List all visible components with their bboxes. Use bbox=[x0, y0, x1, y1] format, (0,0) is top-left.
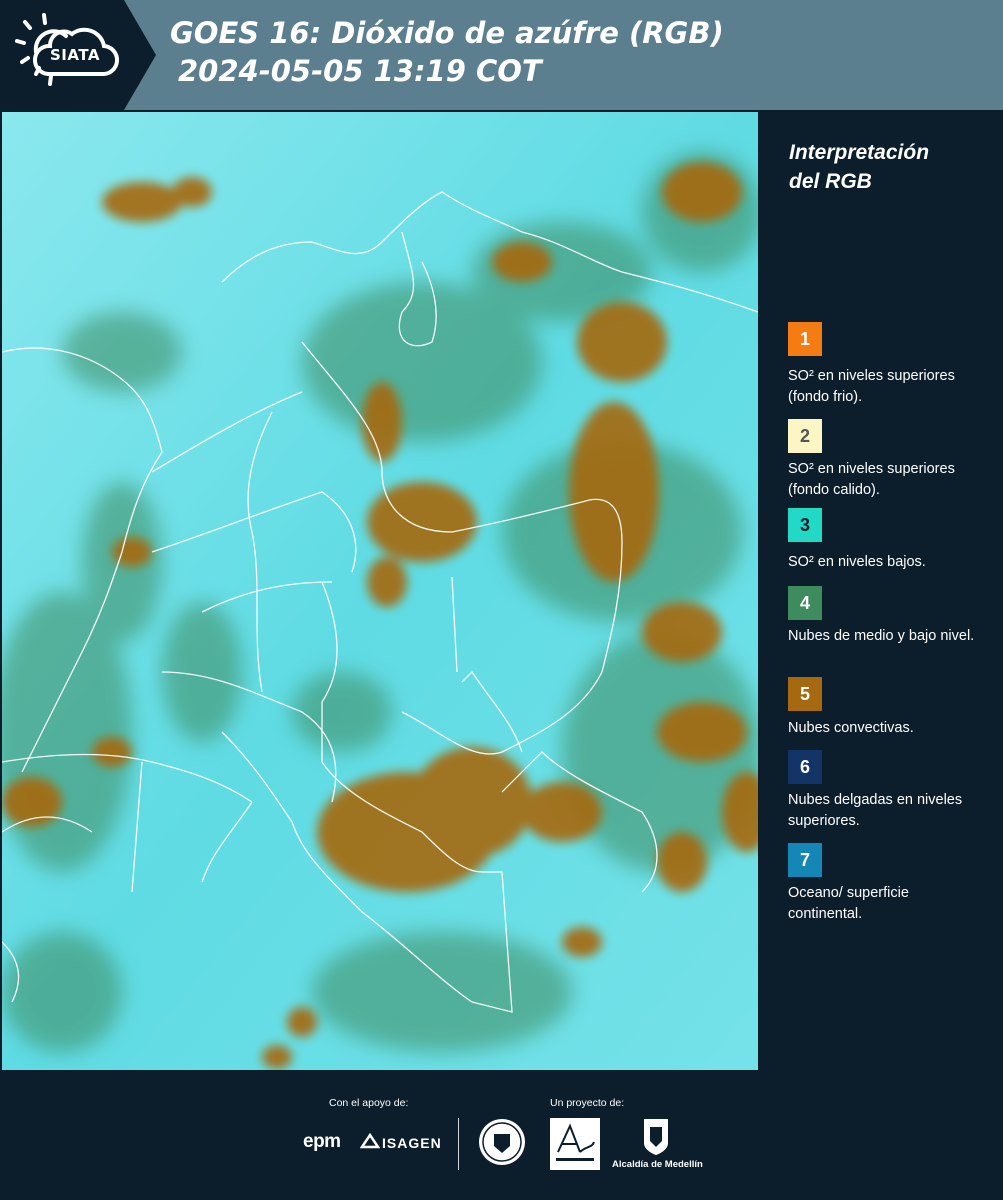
legend-swatch-4: 4 bbox=[788, 586, 822, 620]
legend-text-3: SO² en niveles bajos. bbox=[788, 554, 926, 570]
alcaldia-label: Alcaldía de Medellín bbox=[612, 1159, 703, 1170]
isagen-mark-icon bbox=[360, 1133, 380, 1149]
legend-swatch-1: 1 bbox=[788, 322, 822, 356]
legend-swatch-7: 7 bbox=[788, 843, 822, 877]
page-title: GOES 16: Dióxido de azúfre (RGB) bbox=[170, 16, 724, 50]
legend-text-7: Oceano/ superficie continental. bbox=[788, 885, 909, 922]
area-metropolitana-logo bbox=[550, 1118, 600, 1170]
legend-swatch-5: 5 bbox=[788, 677, 822, 711]
legend-swatch-6: 6 bbox=[788, 750, 822, 784]
legend-swatch-3: 3 bbox=[788, 508, 822, 542]
project-label: Un proyecto de: bbox=[550, 1097, 625, 1109]
legend-text-6: Nubes delgadas en niveles superiores. bbox=[788, 792, 963, 829]
satellite-image[interactable] bbox=[2, 112, 758, 1070]
footer-divider bbox=[458, 1118, 459, 1170]
seal-icon bbox=[479, 1119, 525, 1165]
legend-text-5: Nubes convectivas. bbox=[788, 720, 914, 736]
isagen-logo: ISAGEN bbox=[382, 1135, 442, 1151]
legend-title: Interpretación del RGB bbox=[789, 141, 930, 193]
legend-swatch-2: 2 bbox=[788, 419, 822, 453]
support-label: Con el apoyo de: bbox=[329, 1097, 409, 1109]
page-timestamp: 2024-05-05 13:19 COT bbox=[178, 54, 542, 88]
epm-logo: epm bbox=[303, 1131, 341, 1152]
siata-logo-text: SIATA bbox=[50, 46, 101, 64]
alcaldia-emblem-icon bbox=[644, 1119, 668, 1155]
legend-text-1: SO² en niveles superiores (fondo frio). bbox=[788, 368, 955, 405]
siata-logo: SIATA bbox=[0, 0, 156, 110]
legend-text-2: SO² en niveles superiores (fondo calido)… bbox=[788, 461, 955, 498]
legend-text-4: Nubes de medio y bajo nivel. bbox=[788, 628, 975, 644]
